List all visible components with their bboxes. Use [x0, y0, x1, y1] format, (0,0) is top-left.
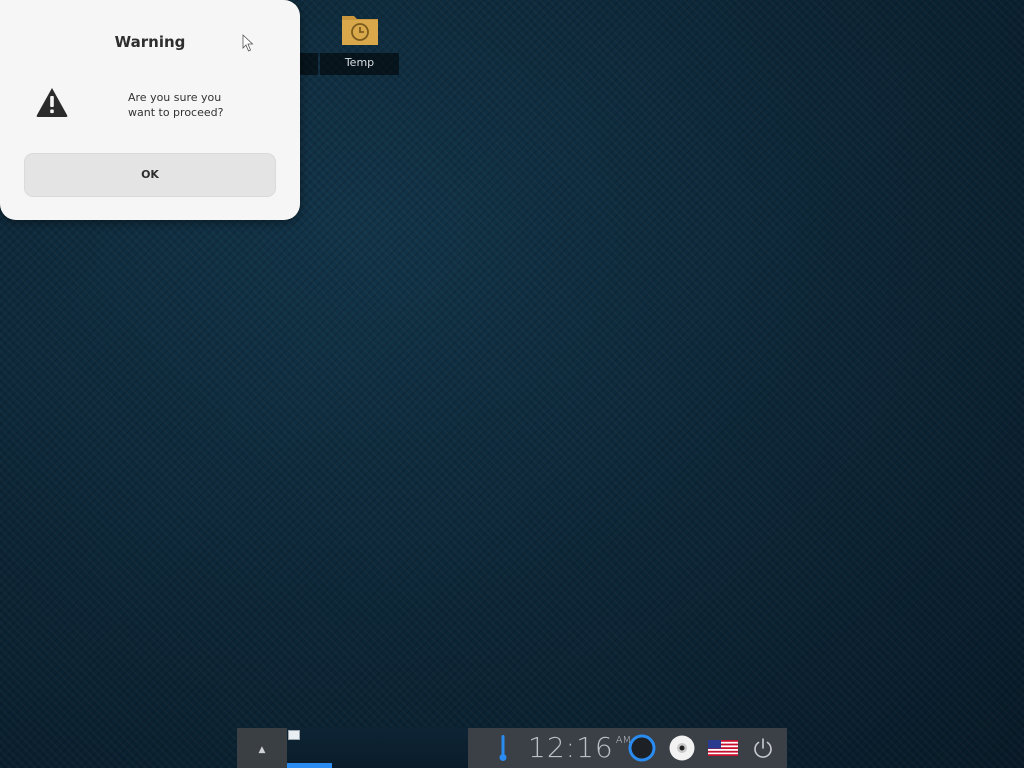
dialog-message-line1: Are you sure you — [128, 91, 222, 104]
warning-triangle-icon — [36, 88, 68, 117]
dialog-message: Are you sure you want to proceed? — [128, 90, 278, 120]
thermometer-icon[interactable] — [498, 734, 508, 762]
dialog-title: Warning — [114, 33, 186, 51]
system-tray: 12:16 AM — [468, 728, 787, 768]
taskbar-window-item[interactable] — [287, 728, 333, 768]
clock-time: 12:16 — [528, 731, 614, 764]
desktop-icon-label: Temp — [320, 53, 399, 75]
warning-dialog: Warning Are you sure you want to proceed… — [0, 0, 300, 220]
window-icon — [288, 730, 300, 740]
circle-icon[interactable] — [628, 734, 656, 762]
folder-clock-icon — [342, 16, 378, 45]
power-icon[interactable] — [751, 736, 775, 760]
disc-icon[interactable] — [669, 735, 695, 761]
mouse-cursor-icon — [242, 34, 254, 52]
desktop-icon-temp[interactable]: Temp — [320, 8, 400, 76]
clock[interactable]: 12:16 AM — [528, 730, 631, 766]
us-flag-icon[interactable] — [708, 740, 738, 756]
desktop: Temp Warning Are you sure you want to pr… — [0, 0, 1024, 768]
dialog-message-line2: want to proceed? — [128, 106, 224, 119]
chevron-up-icon: ▲ — [258, 745, 266, 755]
taskbar-tasks: ▲ — [237, 728, 468, 768]
active-window-indicator — [287, 763, 332, 768]
ok-button[interactable]: OK — [24, 153, 276, 197]
show-menu-button[interactable]: ▲ — [237, 728, 287, 768]
